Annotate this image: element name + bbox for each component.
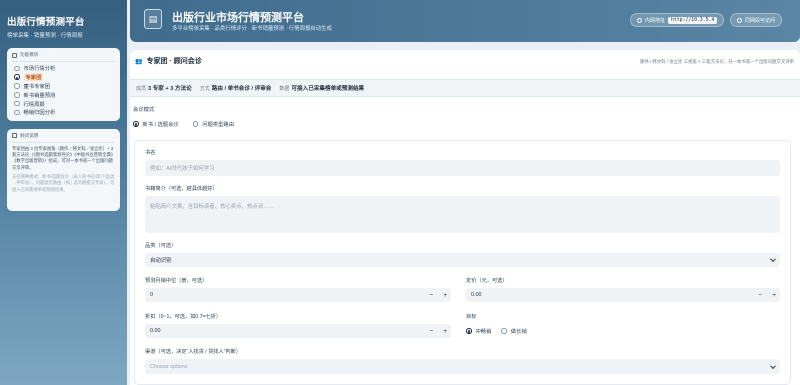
sidebar-item-children-expert[interactable]: 童书专家团 (12, 82, 115, 91)
mode-option-new-book[interactable]: 新书 / 选题会诊 (133, 120, 179, 128)
intro-textarea[interactable]: 粘贴简介文案，含目标读者、核心卖点、热点词…… (145, 196, 780, 233)
lan-access-button[interactable]: 同网段可访问 (730, 13, 783, 27)
radio-icon (14, 83, 20, 89)
channel-multiselect[interactable]: Choose options (145, 359, 780, 374)
radio-icon (14, 65, 20, 72)
content-panel: 👥 专家团 · 顾问会诊 路伟 / 韩文科 / 张立宪 三视角 × 三套方法论，… (130, 50, 800, 385)
description-header: 顾问说明 (12, 133, 115, 143)
section-note: 路伟 / 韩文科 / 张立宪 三视角 × 三套方法论，对一本书或一个出版问题交叉… (639, 59, 794, 64)
radio-icon (14, 100, 20, 107)
section-title: 专家团 · 顾问会诊 (146, 58, 202, 65)
sidebar: 出版行情预测平台 榜单采集 · 销量预测 · 行情周报 功能模块 市场行情分析 … (0, 0, 127, 385)
consult-mode-label: 会诊模式 (133, 107, 155, 113)
description-header-label: 顾问说明 (20, 132, 39, 138)
category-value: 自动识别 (150, 258, 172, 264)
sidebar-item-attribution[interactable]: 畅销归因分析 (12, 108, 115, 117)
sidebar-item-sales-forecast[interactable]: 新书销量预测 (12, 90, 115, 99)
target-option-bestseller[interactable]: 冲畅销 (466, 327, 491, 335)
data-label: 数据 (279, 86, 290, 92)
app-subtitle: 多平台榜单采集 · 品类行情评分 · 新书销量预测 · 行情周报自动生成 (172, 26, 332, 32)
radio-icon (192, 121, 199, 127)
data-value: 可接入已采集榜单或预测结果 (291, 86, 365, 92)
consult-form: 书名 例如：AI时代孩子如何学习 书籍简介（可选，越具体越好） 粘贴简介文案，含… (134, 140, 791, 385)
plus-icon[interactable]: + (772, 292, 776, 299)
description-card: 顾问说明 专家团由 3 位专家视角（路伟／韩文科／张立宪）+ 3 套方法论（《图… (7, 128, 120, 211)
minus-icon[interactable]: − (758, 292, 762, 299)
monthly-sales-label: 预测月销中位（册，可选） (145, 278, 208, 284)
price-value: 0.00 (471, 292, 482, 298)
target-label: 目标 (466, 314, 477, 320)
monthly-sales-value: 0 (150, 292, 153, 298)
mode-label: 方式 (199, 86, 210, 92)
monthly-sales-input[interactable]: 0 − + (145, 288, 451, 302)
radio-selected-icon (133, 121, 139, 127)
minus-icon[interactable]: − (429, 328, 433, 335)
category-label: 品类（可选） (145, 243, 177, 249)
members-value: 3 专家 + 3 方法论 (148, 86, 192, 92)
radio-icon (14, 109, 20, 116)
address-pill[interactable]: 内网地址 http://10.3.5.4 (630, 13, 725, 27)
header: ▤ 出版行业市场行情预测平台 多平台榜单采集 · 品类行情评分 · 新书销量预测… (130, 0, 800, 42)
sidebar-item-market[interactable]: 市场行情分析 (12, 64, 115, 73)
monthly-sales-stepper: − + (429, 288, 447, 302)
consult-mode-radios: 新书 / 选题会诊 问题类型路由 (133, 120, 234, 128)
book-name-input[interactable]: 例如：AI时代孩子如何学习 (145, 160, 780, 176)
discount-stepper: − + (429, 324, 447, 338)
intro-label: 书籍简介（可选，越具体越好） (145, 186, 218, 192)
brand-title: 出版行情预测平台 (7, 17, 85, 28)
radio-selected-icon (14, 74, 20, 80)
discount-input[interactable]: 0.00 − + (145, 324, 451, 338)
mode-option-routing[interactable]: 问题类型路由 (192, 120, 234, 128)
address-label: 内网地址 (645, 17, 666, 24)
sidebar-item-expert-team[interactable]: 专家团 (12, 73, 115, 82)
address-value: http://10.3.5.4 (668, 16, 718, 24)
nav-header: 功能模块 (12, 52, 115, 62)
discount-value: 0.00 (150, 328, 161, 334)
sidebar-item-weekly-report[interactable]: 行情周报 (12, 99, 115, 108)
plus-icon[interactable]: + (443, 292, 447, 299)
price-stepper: − + (758, 288, 776, 302)
target-radios: 冲畅销 做长销 (466, 327, 527, 335)
book-name-label: 书名 (145, 150, 156, 156)
app-title: 出版行业市场行情预测平台 (172, 12, 304, 24)
info-icon (12, 133, 17, 139)
channel-label: 渠道（可选，决定“人找货 / 货找人”判断） (145, 349, 241, 355)
channel-placeholder: Choose options (150, 363, 188, 370)
mode-value: 路由 / 单书会诊 / 评审会 (211, 86, 272, 92)
brand-subtitle: 榜单采集 · 销量预测 · 行情周报 (7, 33, 83, 39)
plus-icon[interactable]: + (443, 328, 447, 335)
description-note: 支持两种模式：新书/选题会诊（录入的书名/简介/品类→评审会），问题类型路由（按… (12, 173, 115, 192)
price-label: 定价（元，可选） (466, 278, 508, 284)
category-select[interactable]: 自动识别 (145, 253, 780, 267)
nav-card: 功能模块 市场行情分析 专家团 童书专家团 新书销量预测 行情周报 畅销归因分析 (7, 48, 120, 121)
book-icon: ▤ (144, 9, 162, 29)
minus-icon[interactable]: − (429, 292, 433, 299)
grid-icon (12, 52, 17, 58)
radio-icon (14, 92, 20, 98)
team-icon: 👥 (135, 58, 143, 65)
share-icon (737, 17, 742, 23)
info-bar: 成员 3 专家 + 3 方法论 方式 路由 / 单书会诊 / 评审会 数据 可接入已采… (130, 79, 800, 97)
network-icon (637, 17, 642, 23)
nav-header-label: 功能模块 (20, 52, 39, 57)
description-text: 专家团由 3 位专家视角（路伟／韩文科／张立宪）+ 3 套方法论（《图书选题策划… (12, 145, 114, 170)
radio-selected-icon (466, 328, 472, 334)
section-header: 👥 专家团 · 顾问会诊 (135, 56, 202, 66)
chevron-down-icon (770, 256, 776, 263)
chevron-down-icon (770, 362, 776, 369)
radio-icon (501, 328, 507, 334)
target-option-longseller[interactable]: 做长销 (501, 327, 527, 335)
lan-access-label: 同网段可访问 (745, 17, 776, 24)
members-label: 成员 (136, 86, 147, 92)
price-input[interactable]: 0.00 − + (466, 288, 780, 302)
discount-label: 折扣（0~1，可选，如0.7=七折） (145, 314, 222, 320)
